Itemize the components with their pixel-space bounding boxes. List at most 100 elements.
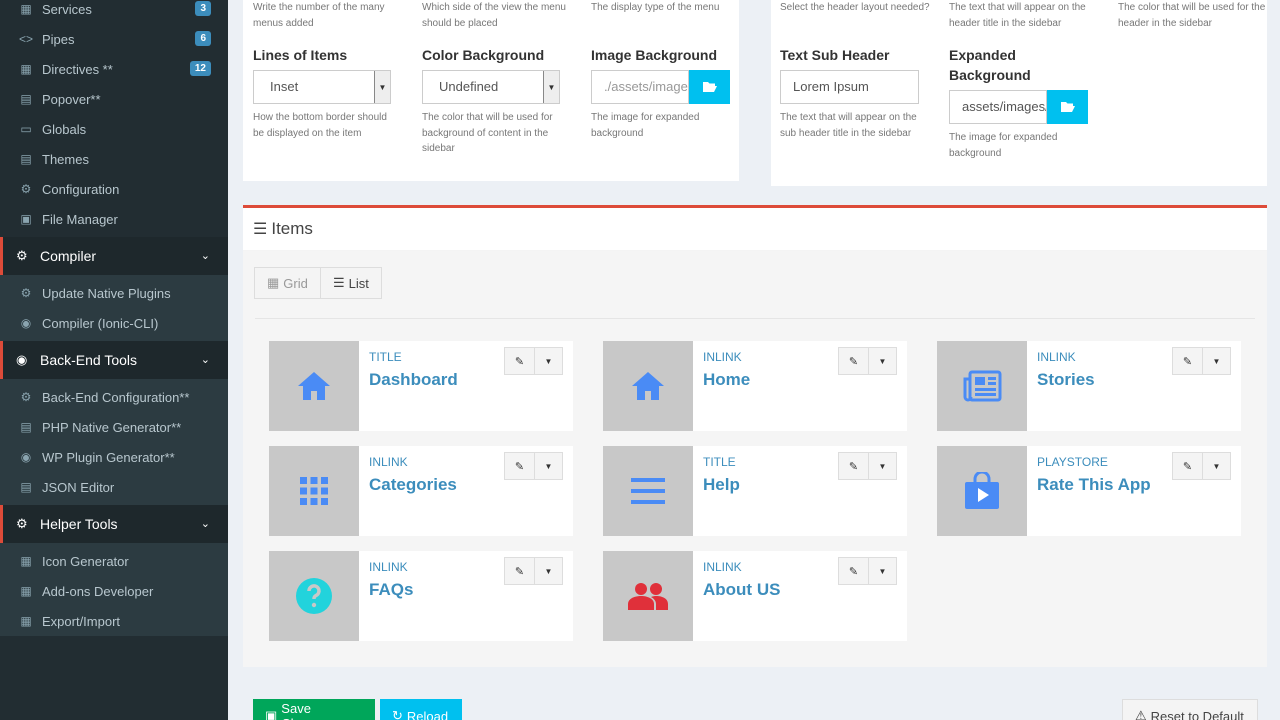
dropdown-toggle[interactable]: ▼ <box>869 452 897 480</box>
list-view-button[interactable]: ☰ List <box>320 267 382 299</box>
caret-down-icon: ▼ <box>1212 356 1221 366</box>
sidebar-item-icon-generator[interactable]: ▦ Icon Generator <box>0 546 228 576</box>
card-actions: ✎ ▼ <box>838 557 897 585</box>
edit-button[interactable]: ✎ <box>1172 452 1203 480</box>
item-card[interactable]: INLINK Stories ✎ ▼ <box>937 341 1241 431</box>
sidebar-item-php-generator[interactable]: ▤ PHP Native Generator** <box>0 412 228 442</box>
dropdown-toggle[interactable]: ▼ <box>535 452 563 480</box>
help-text: The text that will appear on the sub hea… <box>780 112 917 139</box>
item-card[interactable]: PLAYSTORE Rate This App ✎ ▼ <box>937 446 1241 536</box>
edit-button[interactable]: ✎ <box>838 452 869 480</box>
sidebar-item-popover[interactable]: ▤ Popover** <box>0 84 228 114</box>
edit-icon: ✎ <box>514 565 525 578</box>
item-title: About US <box>703 580 781 599</box>
section-label: Back-End Tools <box>40 352 138 368</box>
item-type: INLINK <box>1037 350 1076 364</box>
main-content: Write the number of the many menus added… <box>228 0 1280 720</box>
code-icon: <> <box>18 32 33 46</box>
card-thumbnail <box>269 446 359 536</box>
sidebar-section-compiler[interactable]: ⚙ Compiler ⌄ <box>0 237 228 275</box>
edit-icon: ✎ <box>848 460 859 473</box>
edit-button[interactable]: ✎ <box>504 452 535 480</box>
browse-folder-button[interactable] <box>1047 90 1088 124</box>
sidebar: ▦ Services 3 <> Pipes 6 ▦ Directives ** … <box>0 0 228 720</box>
sidebar-item-label: File Manager <box>42 211 118 227</box>
grid-view-button[interactable]: ▦ Grid <box>254 267 321 299</box>
sidebar-item-label: Back-End Configuration** <box>42 389 190 405</box>
lines-of-items-select[interactable]: Inset ▼ <box>253 70 391 104</box>
browse-folder-button[interactable] <box>689 70 730 104</box>
edit-button[interactable]: ✎ <box>838 557 869 585</box>
dropdown-toggle[interactable]: ▼ <box>869 347 897 375</box>
image-background-input[interactable]: ./assets/images/ <box>591 70 689 104</box>
expanded-background-input[interactable]: assets/images/ <box>949 90 1047 124</box>
sidebar-item-wp-plugin-generator[interactable]: ◉ WP Plugin Generator** <box>0 442 228 472</box>
list-icon: ☰ <box>333 275 345 290</box>
item-card[interactable]: INLINK FAQs ✎ ▼ <box>269 551 573 641</box>
card-actions: ✎ ▼ <box>838 347 897 375</box>
caret-down-icon: ▼ <box>544 461 553 471</box>
item-card[interactable]: INLINK About US ✎ ▼ <box>603 551 907 641</box>
sidebar-section-backend[interactable]: ◉ Back-End Tools ⌄ <box>0 341 228 379</box>
item-card[interactable]: TITLE Dashboard ✎ ▼ <box>269 341 573 431</box>
card-thumbnail <box>603 551 693 641</box>
sidebar-item-label: Configuration <box>42 181 120 197</box>
card-thumbnail <box>269 551 359 641</box>
help-text: Select the header layout needed? <box>780 2 930 13</box>
sidebar-item-addons-developer[interactable]: ▦ Add-ons Developer <box>0 576 228 606</box>
sidebar-item-file-manager[interactable]: ▣ File Manager <box>0 204 228 234</box>
sidebar-item-json-editor[interactable]: ▤ JSON Editor <box>0 472 228 502</box>
sidebar-item-export-import[interactable]: ▦ Export/Import <box>0 606 228 636</box>
form-box-right: Select the header layout needed? The tex… <box>771 0 1267 186</box>
item-title: Rate This App <box>1037 475 1151 494</box>
sidebar-item-themes[interactable]: ▤ Themes <box>0 144 228 174</box>
sidebar-item-label: Export/Import <box>42 613 121 629</box>
edit-icon: ✎ <box>848 355 859 368</box>
dropdown-toggle[interactable]: ▼ <box>1203 347 1231 375</box>
sidebar-item-label: WP Plugin Generator** <box>42 449 175 465</box>
edit-icon: ✎ <box>1182 355 1193 368</box>
card-actions: ✎ ▼ <box>504 557 563 585</box>
sidebar-item-services[interactable]: ▦ Services 3 <box>0 0 228 24</box>
dropdown-toggle[interactable]: ▼ <box>869 557 897 585</box>
button-label: List <box>348 275 369 291</box>
sidebar-item-label: JSON Editor <box>42 479 115 495</box>
item-card[interactable]: INLINK Categories ✎ ▼ <box>269 446 573 536</box>
color-background-select[interactable]: Undefined ▼ <box>422 70 560 104</box>
newspaper-icon <box>963 370 1002 402</box>
android-icon: ◉ <box>20 316 32 330</box>
item-type: TITLE <box>703 455 736 469</box>
warning-icon: ⚠ <box>1135 708 1147 720</box>
edit-button[interactable]: ✎ <box>504 347 535 375</box>
gears-icon: ⚙ <box>16 248 28 263</box>
sidebar-item-label: Compiler (Ionic-CLI) <box>42 315 159 331</box>
item-card[interactable]: INLINK Home ✎ ▼ <box>603 341 907 431</box>
edit-button[interactable]: ✎ <box>1172 347 1203 375</box>
help-text: The color that will be used for backgrou… <box>422 112 553 154</box>
sidebar-item-directives[interactable]: ▦ Directives ** 12 <box>0 54 228 84</box>
people-icon <box>628 583 668 610</box>
dropdown-toggle[interactable]: ▼ <box>535 347 563 375</box>
edit-button[interactable]: ✎ <box>504 557 535 585</box>
item-title: Stories <box>1037 370 1095 389</box>
home-icon <box>298 372 330 400</box>
sidebar-item-configuration[interactable]: ⚙ Configuration <box>0 174 228 204</box>
sidebar-item-globals[interactable]: ▭ Globals <box>0 114 228 144</box>
sidebar-section-helper[interactable]: ⚙ Helper Tools ⌄ <box>0 505 228 543</box>
dropdown-toggle[interactable]: ▼ <box>535 557 563 585</box>
caret-down-icon: ▼ <box>878 356 887 366</box>
text-sub-header-input[interactable]: Lorem Ipsum <box>780 70 919 104</box>
dropdown-toggle[interactable]: ▼ <box>1203 452 1231 480</box>
help-text: The image for expanded background <box>591 112 700 139</box>
item-card[interactable]: TITLE Help ✎ ▼ <box>603 446 907 536</box>
database-icon: ◉ <box>16 352 28 367</box>
chevron-down-icon: ⌄ <box>200 518 210 530</box>
sidebar-item-update-native-plugins[interactable]: ⚙ Update Native Plugins <box>0 278 228 308</box>
edit-button[interactable]: ✎ <box>838 347 869 375</box>
reset-to-default-button[interactable]: ⚠ Reset to Default <box>1122 699 1258 720</box>
sidebar-item-pipes[interactable]: <> Pipes 6 <box>0 24 228 54</box>
sidebar-item-compiler-ionic[interactable]: ◉ Compiler (Ionic-CLI) <box>0 308 228 338</box>
sidebar-item-backend-config[interactable]: ⚙ Back-End Configuration** <box>0 382 228 412</box>
save-changes-button[interactable]: ▣ Save Changes <box>253 699 375 720</box>
reload-button[interactable]: ↻ Reload <box>380 699 462 720</box>
